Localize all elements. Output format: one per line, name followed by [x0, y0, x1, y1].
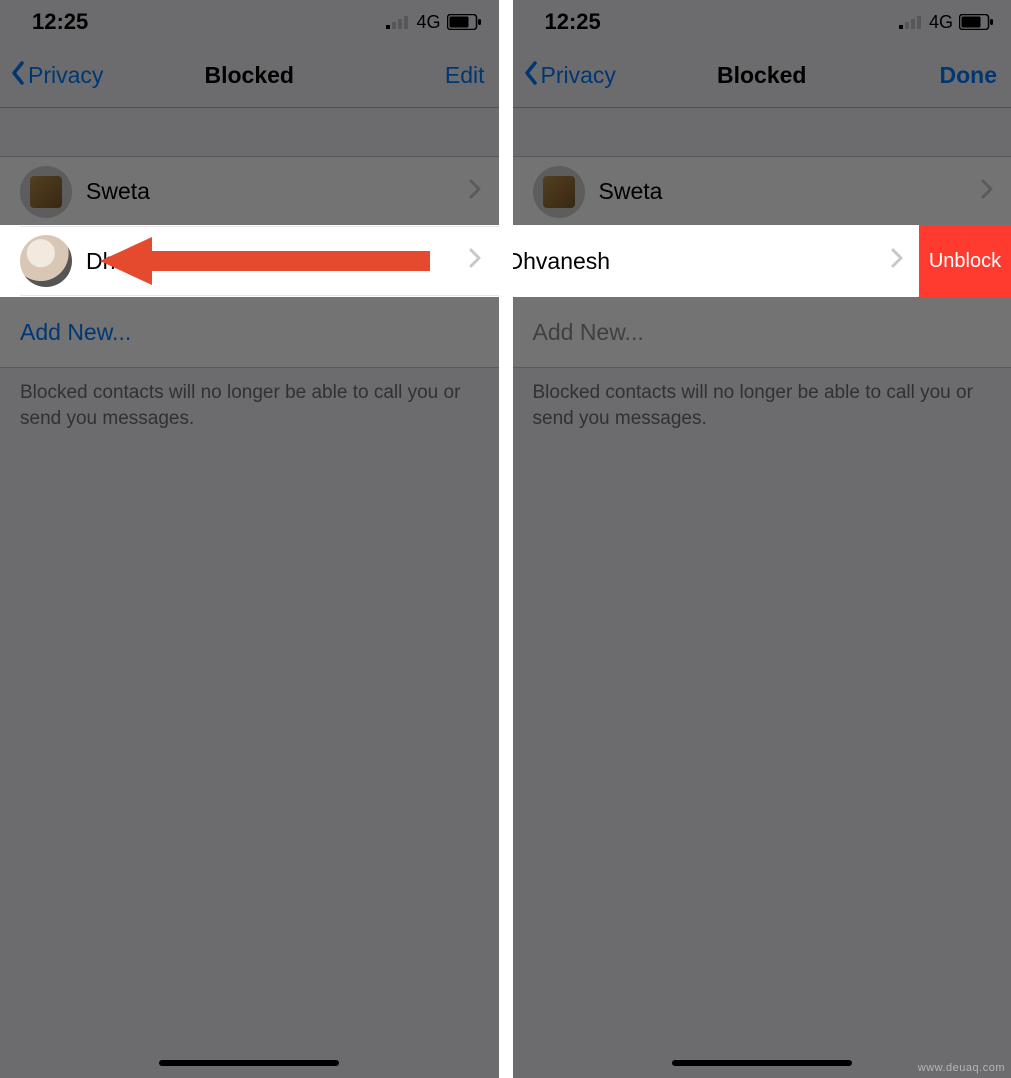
contact-row[interactable]: Sweta — [0, 157, 499, 227]
nav-bar: Privacy Blocked Edit — [0, 44, 499, 108]
back-label: Privacy — [541, 62, 616, 89]
avatar — [533, 166, 585, 218]
watermark: www.deuaq.com — [918, 1062, 1005, 1074]
status-right: 4G — [386, 12, 480, 33]
network-type: 4G — [416, 12, 440, 33]
network-type: 4G — [929, 12, 953, 33]
signal-icon — [386, 15, 410, 29]
contact-name: Sweta — [86, 178, 469, 205]
screen-right: 12:25 4G — [513, 0, 1011, 1078]
chevron-left-icon — [523, 61, 539, 91]
avatar — [20, 235, 72, 287]
chevron-left-icon — [10, 61, 26, 91]
add-new-button[interactable]: Add New... — [513, 297, 1011, 367]
battery-icon — [447, 14, 481, 30]
screen-left: 12:25 4G — [0, 0, 499, 1078]
contact-name: Dhvanesh — [513, 248, 892, 275]
status-bar: 12:25 4G — [0, 0, 499, 44]
unblock-button[interactable]: Unblock — [919, 225, 1011, 297]
back-button[interactable]: Privacy — [523, 61, 616, 91]
status-time: 12:25 — [545, 9, 601, 35]
add-new-button[interactable]: Add New... — [0, 297, 499, 367]
nav-title: Blocked — [205, 62, 294, 89]
battery-icon — [959, 14, 993, 30]
back-button[interactable]: Privacy — [10, 61, 103, 91]
add-new-label: Add New... — [20, 319, 131, 346]
swiped-contact-row[interactable]: Dhvanesh Unblock — [513, 225, 1011, 297]
footer-description: Blocked contacts will no longer be able … — [513, 368, 1011, 431]
home-indicator[interactable] — [159, 1060, 339, 1066]
status-right: 4G — [899, 12, 993, 33]
back-label: Privacy — [28, 62, 103, 89]
done-button[interactable]: Done — [940, 62, 998, 89]
add-new-label: Add New... — [533, 319, 644, 346]
edit-button[interactable]: Edit — [445, 62, 485, 89]
signal-icon — [899, 15, 923, 29]
contact-name: Sweta — [599, 178, 982, 205]
highlighted-contact-row[interactable]: Dhvanesh — [0, 225, 499, 297]
chevron-right-icon — [469, 248, 481, 274]
chevron-right-icon — [469, 179, 481, 205]
chevron-right-icon — [891, 248, 903, 274]
contact-row[interactable]: Sweta — [513, 157, 1011, 227]
chevron-right-icon — [981, 179, 993, 205]
nav-title: Blocked — [717, 62, 806, 89]
status-bar: 12:25 4G — [513, 0, 1011, 44]
status-time: 12:25 — [32, 9, 88, 35]
avatar — [20, 166, 72, 218]
footer-description: Blocked contacts will no longer be able … — [0, 368, 499, 431]
home-indicator[interactable] — [672, 1060, 852, 1066]
nav-bar: Privacy Blocked Done — [513, 44, 1011, 108]
contact-name: Dhvanesh — [86, 248, 469, 275]
